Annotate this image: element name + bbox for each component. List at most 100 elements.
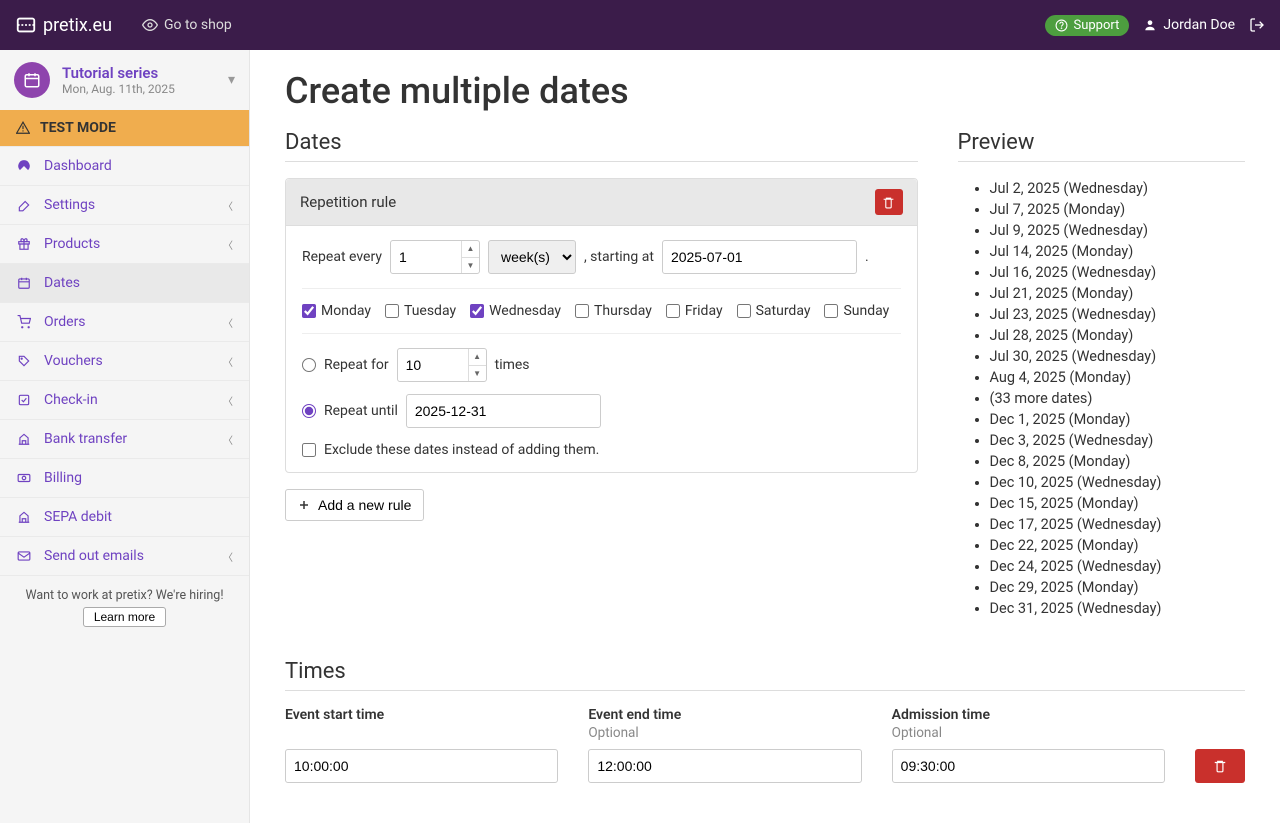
sidebar-item-bank-transfer[interactable]: Bank transfer〈: [0, 419, 249, 458]
start-time-input[interactable]: [285, 749, 558, 783]
day-friday[interactable]: Friday: [666, 303, 723, 319]
sidebar-nav: DashboardSettings〈Products〈DatesOrders〈V…: [0, 146, 249, 575]
delete-time-row-button[interactable]: [1195, 749, 1245, 783]
sidebar: Tutorial series Mon, Aug. 11th, 2025 ▾ T…: [0, 50, 250, 823]
settings-icon: [16, 198, 32, 212]
caret-down-icon: ▾: [228, 72, 235, 88]
spinner-up-icon[interactable]: ▲: [468, 349, 486, 366]
sidebar-item-label: Send out emails: [44, 548, 144, 564]
user-menu[interactable]: Jordan Doe: [1143, 17, 1235, 33]
day-wednesday-checkbox[interactable]: [470, 304, 484, 318]
day-monday[interactable]: Monday: [302, 303, 371, 319]
dashboard-icon: [16, 159, 32, 173]
sidebar-item-dashboard[interactable]: Dashboard: [0, 146, 249, 185]
sidebar-item-label: Dashboard: [44, 158, 112, 174]
sidebar-item-send-emails[interactable]: Send out emails 〈: [0, 536, 249, 575]
learn-more-button[interactable]: Learn more: [83, 607, 166, 627]
dates-heading: Dates: [285, 130, 918, 162]
preview-date: Dec 29, 2025 (Monday): [990, 577, 1246, 598]
eye-icon: [142, 17, 158, 33]
unit-select[interactable]: week(s): [488, 240, 576, 274]
chevron-left-icon: 〈: [223, 549, 233, 564]
spinner-down-icon[interactable]: ▼: [461, 258, 479, 274]
day-saturday[interactable]: Saturday: [737, 303, 811, 319]
user-name: Jordan Doe: [1163, 17, 1235, 33]
sidebar-item-sepa-debit[interactable]: SEPA debit: [0, 497, 249, 536]
sidebar-item-billing[interactable]: Billing: [0, 458, 249, 497]
plus-icon: [298, 499, 310, 511]
preview-date: Dec 31, 2025 (Wednesday): [990, 598, 1246, 619]
day-monday-checkbox[interactable]: [302, 304, 316, 318]
repeat-until-input[interactable]: [406, 394, 601, 428]
preview-date: Dec 17, 2025 (Wednesday): [990, 514, 1246, 535]
preview-date: Dec 8, 2025 (Monday): [990, 451, 1246, 472]
delete-rule-button[interactable]: [875, 189, 903, 215]
repeat-for-spinner[interactable]: ▲▼: [397, 348, 487, 382]
day-friday-checkbox[interactable]: [666, 304, 680, 318]
preview-date: Jul 14, 2025 (Monday): [990, 241, 1246, 262]
brand-text: pretix.eu: [43, 15, 112, 36]
sidebar-item-vouchers[interactable]: Vouchers 〈: [0, 341, 249, 380]
day-thursday-checkbox[interactable]: [575, 304, 589, 318]
chevron-left-icon: 〈: [223, 315, 233, 330]
add-rule-button[interactable]: Add a new rule: [285, 489, 424, 521]
times-heading: Times: [285, 659, 1245, 691]
end-time-input[interactable]: [588, 749, 861, 783]
sidebar-item-check-in[interactable]: Check-in〈: [0, 380, 249, 419]
preview-date: Jul 23, 2025 (Wednesday): [990, 304, 1246, 325]
repeat-every-label: Repeat every: [302, 249, 382, 265]
preview-date: Jul 30, 2025 (Wednesday): [990, 346, 1246, 367]
send-emails-icon: [16, 549, 32, 563]
hiring-block: Want to work at pretix? We're hiring! Le…: [0, 575, 249, 639]
dates-icon: [16, 276, 32, 290]
user-icon: [1143, 18, 1157, 32]
start-date-input[interactable]: [662, 240, 857, 274]
preview-date: Dec 10, 2025 (Wednesday): [990, 472, 1246, 493]
test-mode-label: TEST MODE: [40, 120, 116, 136]
admission-time-input[interactable]: [892, 749, 1165, 783]
go-to-shop-link[interactable]: Go to shop: [130, 17, 244, 33]
day-saturday-checkbox[interactable]: [737, 304, 751, 318]
test-mode-banner: TEST MODE: [0, 110, 249, 146]
repeat-until-radio[interactable]: [302, 404, 316, 418]
warning-icon: [16, 121, 30, 135]
sidebar-item-label: Check-in: [44, 392, 98, 408]
day-tuesday-checkbox[interactable]: [385, 304, 399, 318]
chevron-left-icon: 〈: [223, 354, 233, 369]
hiring-text: Want to work at pretix? We're hiring!: [10, 588, 239, 603]
spinner-up-icon[interactable]: ▲: [461, 241, 479, 258]
sidebar-item-label: Settings: [44, 197, 95, 213]
preview-date: Dec 3, 2025 (Wednesday): [990, 430, 1246, 451]
day-tuesday[interactable]: Tuesday: [385, 303, 456, 319]
sepa-debit-icon: [16, 510, 32, 524]
calendar-icon: [14, 62, 50, 98]
event-date: Mon, Aug. 11th, 2025: [62, 82, 175, 96]
interval-spinner[interactable]: ▲▼: [390, 240, 480, 274]
end-time-sublabel: Optional: [588, 725, 861, 741]
day-sunday[interactable]: Sunday: [824, 303, 889, 319]
vouchers-icon: [16, 354, 32, 368]
day-thursday[interactable]: Thursday: [575, 303, 652, 319]
spinner-down-icon[interactable]: ▼: [468, 366, 486, 382]
preview-date: (33 more dates): [990, 388, 1246, 409]
repeat-until-label: Repeat until: [324, 403, 398, 419]
day-wednesday[interactable]: Wednesday: [470, 303, 561, 319]
sidebar-item-label: SEPA debit: [44, 509, 112, 525]
brand-logo[interactable]: pretix.eu: [15, 14, 112, 36]
support-badge[interactable]: Support: [1045, 15, 1129, 36]
repeat-for-radio[interactable]: [302, 358, 316, 372]
sidebar-item-label: Orders: [44, 314, 86, 330]
sidebar-item-products[interactable]: Products〈: [0, 224, 249, 263]
sidebar-item-orders[interactable]: Orders 〈: [0, 302, 249, 341]
orders-icon: [16, 315, 32, 329]
sidebar-item-dates[interactable]: Dates: [0, 263, 249, 302]
sidebar-item-settings[interactable]: Settings〈: [0, 185, 249, 224]
top-navbar: pretix.eu Go to shop Support Jordan Doe: [0, 0, 1280, 50]
sidebar-item-label: Vouchers: [44, 353, 103, 369]
event-switcher[interactable]: Tutorial series Mon, Aug. 11th, 2025 ▾: [0, 50, 249, 110]
add-rule-label: Add a new rule: [318, 497, 411, 513]
logout-icon[interactable]: [1249, 17, 1265, 33]
day-sunday-checkbox[interactable]: [824, 304, 838, 318]
exclude-checkbox[interactable]: [302, 443, 316, 457]
pretix-icon: [15, 14, 37, 36]
